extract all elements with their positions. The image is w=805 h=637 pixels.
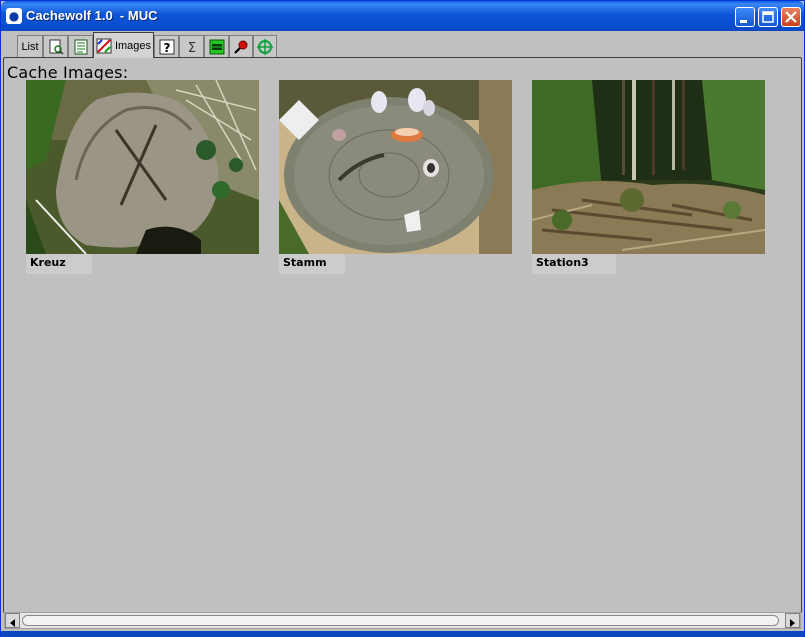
arrow-left-icon [10, 619, 15, 627]
window-bottom-border [1, 631, 804, 637]
tab-calculator[interactable]: Σ [179, 35, 204, 57]
tab-goto[interactable] [253, 35, 277, 57]
horizontal-scrollbar[interactable] [4, 612, 801, 629]
log-cross-section-with-mushrooms-photo [279, 80, 512, 254]
images-panel: Cache Images: Kreuz Stamm Station3 [3, 57, 802, 613]
tab-description[interactable] [68, 35, 93, 57]
image-thumbnail-stamm[interactable] [279, 80, 512, 254]
tab-radar[interactable] [229, 35, 253, 57]
maximize-icon [762, 11, 774, 23]
tab-bar: List Images ? Σ [5, 32, 800, 58]
minimize-button[interactable] [735, 7, 755, 27]
tab-details[interactable] [43, 35, 68, 57]
svg-text:?: ? [163, 41, 170, 55]
tab-hints[interactable]: ? [154, 35, 179, 57]
forest-clearing-photo [532, 80, 765, 254]
image-caption: Stamm [279, 254, 345, 274]
scrollbar-thumb[interactable] [22, 615, 779, 626]
crosshair-icon [257, 38, 273, 55]
close-icon [785, 11, 797, 23]
magnifier-red-icon [234, 40, 248, 54]
image-thumbnail-kreuz[interactable] [26, 80, 259, 254]
tab-images[interactable]: Images [93, 32, 154, 58]
tab-images-label: Images [114, 39, 152, 52]
green-frame-icon [209, 39, 224, 54]
scroll-right-button[interactable] [785, 613, 800, 628]
text-document-icon [74, 39, 87, 54]
image-caption: Station3 [532, 254, 616, 274]
sigma-icon: Σ [187, 41, 195, 55]
app-window: ● Cachewolf 1.0 - MUC List Images ? Σ Ca… [0, 0, 805, 637]
page-magnifier-icon [49, 39, 64, 55]
question-mark-icon: ? [159, 39, 174, 55]
image-caption: Kreuz [26, 254, 92, 274]
maximize-button[interactable] [758, 7, 778, 27]
close-button[interactable] [781, 7, 801, 27]
title-bar[interactable]: ● Cachewolf 1.0 - MUC [1, 1, 804, 31]
tab-list[interactable]: List [17, 35, 43, 57]
tab-list-label: List [21, 40, 39, 53]
window-title: Cachewolf 1.0 - MUC [26, 8, 158, 23]
arrow-right-icon [790, 619, 795, 627]
scroll-left-button[interactable] [5, 613, 20, 628]
minimize-icon [740, 20, 747, 23]
picture-icon [96, 38, 112, 53]
tree-stump-with-carved-cross-photo [26, 80, 259, 254]
cachewolf-app-icon[interactable]: ● [6, 8, 22, 24]
image-thumbnail-station3[interactable] [532, 80, 765, 254]
tab-solver[interactable] [204, 35, 229, 57]
svg-text:Σ: Σ [187, 41, 195, 55]
